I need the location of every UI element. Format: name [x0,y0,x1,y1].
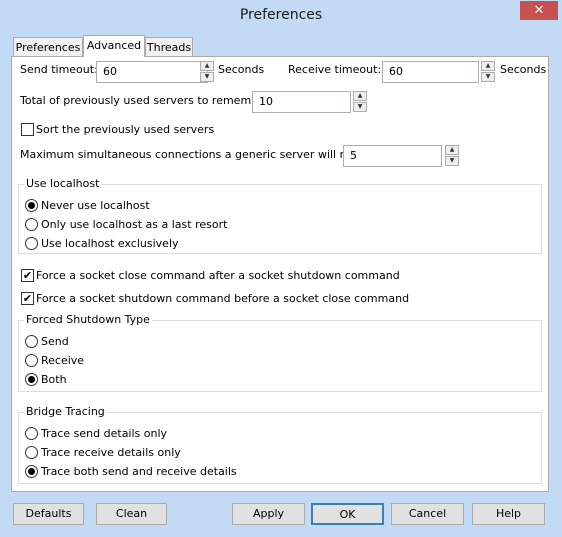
bridge-tracing-group-title: Bridge Tracing [24,405,107,418]
radio-shutdown-receive[interactable] [25,354,38,367]
cancel-button[interactable]: Cancel [391,503,464,525]
send-timeout-spinner[interactable]: ▲ ▼ [200,61,214,82]
radio-trace-send-label: Trace send details only [41,427,168,440]
receive-timeout-label: Receive timeout: [288,63,382,76]
send-timeout-input[interactable]: 60 [96,61,208,83]
sort-servers-label: Sort the previously used servers [36,123,215,136]
servers-remember-spinner[interactable]: ▲ ▼ [353,91,367,112]
force-close-label: Force a socket close command after a soc… [36,269,400,282]
radio-trace-both[interactable] [25,465,38,478]
radio-trace-send[interactable] [25,427,38,440]
spin-down-icon[interactable]: ▼ [481,72,495,82]
radio-localhost-last-resort[interactable] [25,218,38,231]
radio-never-localhost[interactable] [25,199,38,212]
max-connections-input[interactable]: 5 [343,145,442,167]
title-bar: Preferences ✕ [0,0,562,30]
radio-shutdown-both[interactable] [25,373,38,386]
ok-button[interactable]: OK [311,503,384,525]
spin-down-icon[interactable]: ▼ [353,102,367,112]
servers-remember-label: Total of previously used servers to reme… [20,94,273,107]
radio-shutdown-send[interactable] [25,335,38,348]
radio-shutdown-send-label: Send [41,335,69,348]
advanced-panel: Send timeout: 60 ▲ ▼ Seconds Receive tim… [11,56,549,492]
receive-timeout-unit: Seconds [500,63,547,76]
localhost-group-title: Use localhost [24,177,102,190]
shutdown-type-group-title: Forced Shutdown Type [24,313,152,326]
clean-button[interactable]: Clean [96,503,167,525]
sort-servers-checkbox[interactable] [21,123,34,136]
radio-never-localhost-label: Never use localhost [41,199,150,212]
apply-button[interactable]: Apply [232,503,305,525]
servers-remember-input[interactable]: 10 [252,91,351,113]
send-timeout-unit: Seconds [218,63,265,76]
shutdown-type-group [18,320,542,392]
force-close-checkbox[interactable]: ✔ [21,269,34,282]
radio-shutdown-receive-label: Receive [41,354,85,367]
close-button[interactable]: ✕ [520,1,558,20]
tab-preferences[interactable]: Preferences [13,37,83,57]
tab-threads[interactable]: Threads [145,37,193,57]
spin-up-icon[interactable]: ▲ [445,145,459,155]
defaults-button[interactable]: Defaults [13,503,84,525]
radio-localhost-exclusive-label: Use localhost exclusively [41,237,179,250]
max-connections-spinner[interactable]: ▲ ▼ [445,145,459,166]
spin-up-icon[interactable]: ▲ [353,91,367,101]
help-button[interactable]: Help [472,503,545,525]
force-shutdown-label: Force a socket shutdown command before a… [36,292,410,305]
max-connections-label: Maximum simultaneous connections a gener… [20,148,392,161]
spin-up-icon[interactable]: ▲ [200,61,214,71]
send-timeout-label: Send timeout: [20,63,98,76]
force-shutdown-checkbox[interactable]: ✔ [21,292,34,305]
receive-timeout-input[interactable]: 60 [382,61,479,83]
radio-trace-both-label: Trace both send and receive details [41,465,237,478]
radio-trace-receive-label: Trace receive details only [41,446,181,459]
spin-up-icon[interactable]: ▲ [481,61,495,71]
spin-down-icon[interactable]: ▼ [200,72,214,82]
window-title: Preferences [239,7,323,23]
radio-trace-receive[interactable] [25,446,38,459]
radio-localhost-exclusive[interactable] [25,237,38,250]
radio-shutdown-both-label: Both [41,373,67,386]
radio-localhost-last-resort-label: Only use localhost as a last resort [41,218,228,231]
tab-advanced[interactable]: Advanced [83,35,145,57]
receive-timeout-spinner[interactable]: ▲ ▼ [481,61,495,82]
spin-down-icon[interactable]: ▼ [445,156,459,166]
